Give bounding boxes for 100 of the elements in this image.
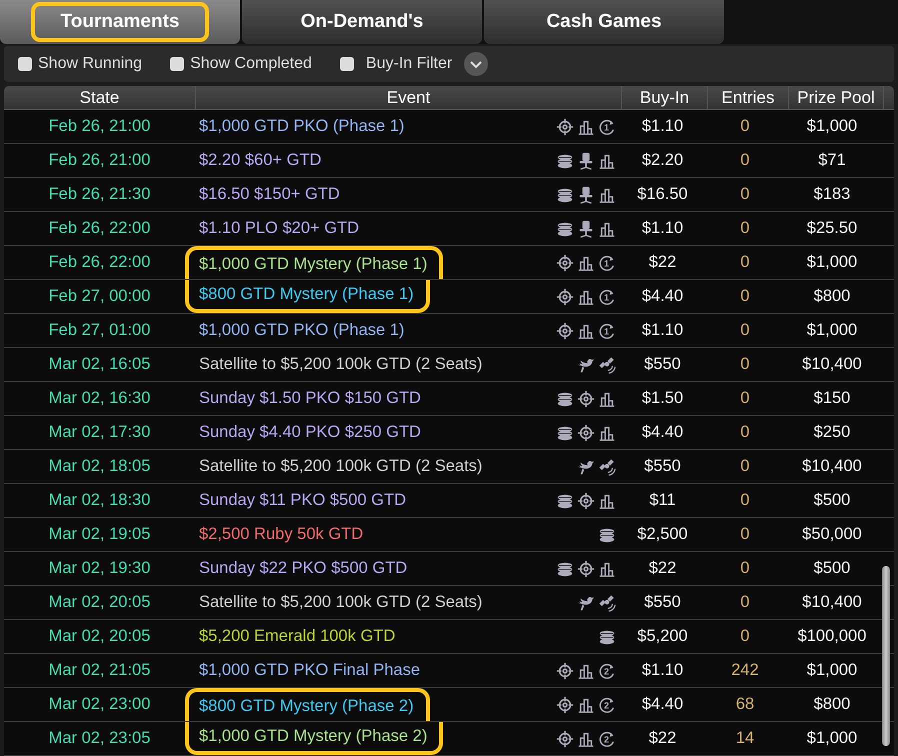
chair-icon	[577, 186, 595, 204]
coin-stack-icon	[556, 220, 574, 238]
event-name[interactable]: $2,500 Ruby 50k GTD	[199, 525, 364, 544]
coin-stack-icon	[556, 186, 574, 204]
table-cell-text: Mar 02, 16:30	[48, 388, 152, 409]
satellite-icon	[598, 356, 616, 374]
table-cell-text: $1.10	[640, 116, 684, 137]
table-cell-text: Feb 27, 00:00	[48, 286, 152, 307]
column-header[interactable]: Event	[196, 86, 622, 109]
table-cell-text: $22	[648, 558, 678, 579]
checkbox[interactable]	[340, 57, 354, 71]
event-name[interactable]: $1,000 GTD PKO Final Phase	[199, 661, 420, 680]
table-cell-text: Mar 02, 23:05	[48, 728, 152, 749]
event-name[interactable]: $5,200 Emerald 100k GTD	[199, 627, 396, 646]
tab[interactable]: On-Demand's	[242, 0, 482, 44]
table-cell-text: $10,400	[801, 592, 863, 613]
table-cell-text: Mar 02, 23:00	[48, 694, 152, 715]
column-header[interactable]: Prize Pool	[789, 86, 884, 109]
table-cell-text: $1.10	[640, 660, 684, 681]
event-name[interactable]: Sunday $11 PKO $500 GTD	[199, 491, 406, 510]
crosshair-icon	[556, 118, 574, 136]
column-header[interactable]: Buy-In	[622, 86, 708, 109]
crosshair-icon	[556, 254, 574, 272]
coin-stack-icon	[556, 390, 574, 408]
table-cell-text: 68	[734, 694, 756, 715]
table-cell-text: 0	[739, 592, 751, 613]
event-name[interactable]: Sunday $4.40 PKO $250 GTD	[199, 423, 421, 442]
table-cell-text: $22	[648, 252, 678, 273]
table-cell-text: 0	[739, 116, 751, 137]
filter-label[interactable]: Show Running	[38, 55, 142, 73]
event-name[interactable]: $1,000 GTD PKO (Phase 1)	[199, 321, 404, 340]
tab[interactable]: Tournaments	[0, 0, 240, 44]
coin-stack-icon	[598, 628, 616, 646]
table-cell-text: $550	[643, 592, 682, 613]
table-cell-text: Mar 02, 16:05	[48, 354, 152, 375]
table-cell-text: 0	[739, 252, 751, 273]
event-name[interactable]: $1,000 GTD Mystery (Phase 1)	[199, 255, 428, 274]
table-cell-text: Feb 26, 22:00	[48, 252, 152, 273]
table-cell-text: Feb 26, 21:00	[48, 116, 152, 137]
event-name[interactable]: Sunday $22 PKO $500 GTD	[199, 559, 408, 578]
table-cell-text: Mar 02, 18:30	[48, 490, 152, 511]
table-cell-text: $5,200	[636, 626, 689, 647]
table-cell-text: Feb 26, 21:30	[48, 184, 152, 205]
scrollbar[interactable]	[882, 566, 890, 746]
table-cell-text: Feb 26, 21:00	[48, 150, 152, 171]
table-cell-text: $16.50	[636, 184, 689, 205]
table-cell-text: $800	[812, 694, 852, 715]
tab[interactable]: Cash Games	[484, 0, 724, 44]
crosshair-icon	[556, 288, 574, 306]
event-name[interactable]: $800 GTD Mystery (Phase 1)	[199, 285, 414, 304]
crosshair-icon	[556, 662, 574, 680]
filter-label[interactable]: Buy-In Filter	[366, 55, 452, 73]
column-header[interactable]: Entries	[708, 86, 789, 109]
event-name[interactable]: $1,000 GTD PKO (Phase 1)	[199, 117, 404, 136]
checkbox[interactable]	[170, 57, 184, 71]
table-cell-text: 0	[739, 184, 751, 205]
table-cell-text: 0	[739, 558, 751, 579]
table-cell-text: $183	[812, 184, 852, 205]
event-name[interactable]: $2.20 $60+ GTD	[199, 151, 322, 170]
table-cell-text: Mar 02, 20:05	[48, 592, 152, 613]
event-name[interactable]: Satellite to $5,200 100k GTD (2 Seats)	[199, 355, 482, 374]
table-cell-text: $71	[817, 150, 847, 171]
table-cell-text: $1.50	[640, 388, 684, 409]
chair-icon	[577, 220, 595, 238]
event-name[interactable]: Satellite to $5,200 100k GTD (2 Seats)	[199, 593, 482, 612]
table-cell-text: $550	[643, 354, 682, 375]
table-cell-text: $4.40	[640, 422, 684, 443]
table-cell-text: $10,400	[801, 354, 863, 375]
satellite-icon	[598, 594, 616, 612]
table-cell-text: $550	[643, 456, 682, 477]
table-cell-text: $1,000	[806, 728, 858, 749]
crosshair-icon	[577, 390, 595, 408]
event-name[interactable]: Sunday $1.50 PKO $150 GTD	[199, 389, 421, 408]
event-name[interactable]: Satellite to $5,200 100k GTD (2 Seats)	[199, 457, 482, 476]
table-cell-text: $1.10	[640, 320, 684, 341]
table-cell-text: $1,000	[806, 320, 858, 341]
checkbox[interactable]	[18, 57, 32, 71]
table-cell-text: 0	[739, 218, 751, 239]
crosshair-icon	[556, 696, 574, 714]
event-name[interactable]: $1.10 PLO $20+ GTD	[199, 219, 360, 238]
satellite-icon	[598, 458, 616, 476]
table-cell-text: $4.40	[640, 286, 684, 307]
event-name[interactable]: $1,000 GTD Mystery (Phase 2)	[199, 727, 428, 746]
dropdown-icon[interactable]	[464, 52, 488, 76]
table-cell-text: Mar 02, 21:05	[48, 660, 152, 681]
crosshair-icon	[577, 560, 595, 578]
filter-label[interactable]: Show Completed	[190, 55, 312, 73]
crosshair-icon	[556, 730, 574, 748]
table-cell-text: 242	[730, 660, 760, 681]
coin-stack-icon	[556, 152, 574, 170]
event-name[interactable]: $800 GTD Mystery (Phase 2)	[199, 697, 414, 716]
table-cell-text: $25.50	[806, 218, 858, 239]
coin-stack-icon	[598, 526, 616, 544]
table-cell-text: $1,000	[806, 252, 858, 273]
table-cell-text: $2.20	[640, 150, 684, 171]
table-cell-text: 0	[739, 456, 751, 477]
table-cell-text: Mar 02, 18:05	[48, 456, 152, 477]
event-name[interactable]: $16.50 $150+ GTD	[199, 185, 340, 204]
table-cell-text: Mar 02, 20:05	[48, 626, 152, 647]
column-header[interactable]: State	[4, 86, 196, 109]
